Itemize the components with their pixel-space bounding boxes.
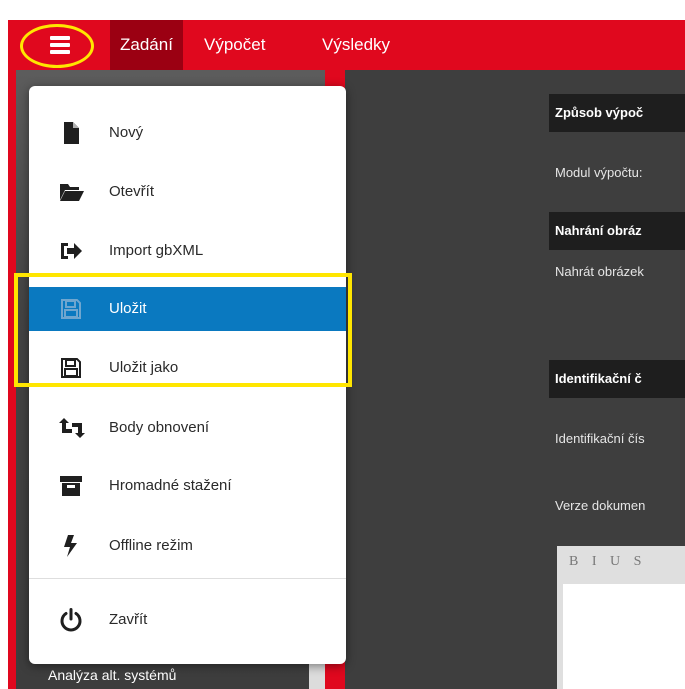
menu-item-offline[interactable]: Offline režim <box>29 524 346 568</box>
upload-label: Nahrát obrázek <box>555 264 644 279</box>
sidebar-scrollbar[interactable] <box>309 663 325 689</box>
menu-item-label: Nový <box>109 124 144 141</box>
navbar: Zadání Výpočet Výsledky <box>8 20 685 70</box>
import-icon <box>59 239 83 263</box>
menu-item-label: Offline režim <box>109 537 193 554</box>
menu-item-import[interactable]: Import gbXML <box>29 229 346 273</box>
new-file-icon <box>59 121 83 145</box>
restore-points-icon <box>59 416 85 440</box>
power-icon <box>59 608 83 632</box>
menu-item-label: Body obnovení <box>109 419 210 436</box>
top-strip <box>0 0 685 20</box>
editor-toolbar[interactable]: B I U S <box>557 546 685 578</box>
menu-item-open[interactable]: Otevřít <box>29 170 346 214</box>
version-label: Verze dokumen <box>555 498 646 513</box>
hamburger-icon <box>50 36 70 56</box>
editor-textarea[interactable] <box>563 584 685 689</box>
rich-text-editor[interactable]: B I U S <box>557 546 685 689</box>
section-heading-calculation: Způsob výpoč <box>549 94 685 132</box>
menu-item-label: Hromadné stažení <box>109 477 232 494</box>
menu-item-label: Zavřít <box>109 611 148 628</box>
bolt-icon <box>59 534 83 558</box>
folder-open-icon <box>59 180 84 204</box>
menu-item-new[interactable]: Nový <box>29 111 346 155</box>
menu-item-label: Import gbXML <box>109 242 204 259</box>
menu-item-close[interactable]: Zavřít <box>29 598 346 642</box>
main-tab-corner <box>480 70 540 100</box>
identification-label: Identifikační čís <box>555 431 645 446</box>
menu-divider <box>29 578 346 579</box>
section-heading-identification: Identifikační č <box>549 360 685 398</box>
tab-vysledky[interactable]: Výsledky <box>312 20 400 70</box>
menu-item-restore-points[interactable]: Body obnovení <box>29 406 346 450</box>
sidebar-item-analyza[interactable]: Analýza alt. systémů <box>48 667 176 683</box>
highlight-box <box>14 273 352 387</box>
tab-zadani[interactable]: Zadání <box>110 20 183 70</box>
menu-item-label: Otevřít <box>109 183 155 200</box>
menu-item-bulk-download[interactable]: Hromadné stažení <box>29 464 346 508</box>
section-heading-upload: Nahrání obráz <box>549 212 685 250</box>
module-label: Modul výpočtu: <box>555 165 643 180</box>
archive-icon <box>59 474 83 498</box>
tab-vypocet[interactable]: Výpočet <box>194 20 275 70</box>
main-background <box>345 70 540 689</box>
menu-button[interactable] <box>20 24 94 68</box>
